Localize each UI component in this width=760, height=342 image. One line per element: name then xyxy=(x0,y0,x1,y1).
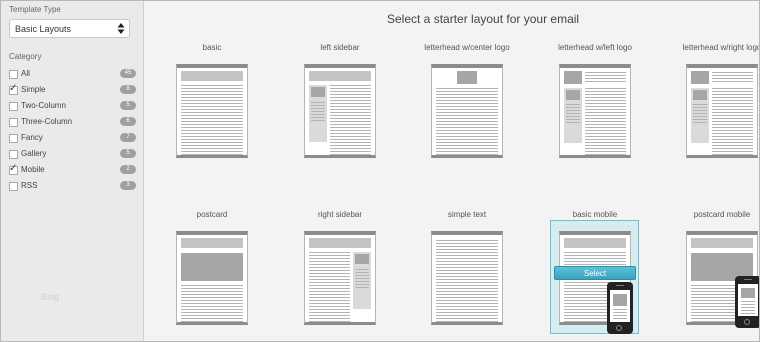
layout-label: postcard mobile xyxy=(693,210,751,219)
layout-card-left-sidebar[interactable]: left sidebar xyxy=(295,43,385,173)
check-icon: ✓ xyxy=(9,163,18,174)
category-name: Two-Column xyxy=(21,101,66,110)
select-arrows-icon xyxy=(117,23,125,34)
category-checkbox[interactable] xyxy=(9,102,18,111)
category-item-all[interactable]: All 45 xyxy=(9,68,139,82)
category-checkbox[interactable] xyxy=(9,182,18,191)
layout-thumbnail xyxy=(176,231,248,325)
category-checkbox[interactable] xyxy=(9,134,18,143)
category-label: Category xyxy=(9,52,42,61)
category-count: 3 xyxy=(120,181,136,190)
category-checkbox[interactable]: ✓ xyxy=(9,163,18,175)
category-count: 8 xyxy=(120,85,136,94)
category-item-three-column[interactable]: Three-Column 6 xyxy=(9,116,139,130)
layout-card-basic-mobile[interactable]: basic mobile Select xyxy=(550,210,640,340)
layout-thumbnail xyxy=(431,64,503,158)
layout-label: postcard xyxy=(196,210,228,219)
category-count: 45 xyxy=(120,69,136,78)
mobile-phone-icon xyxy=(735,276,759,328)
category-count: 5 xyxy=(120,101,136,110)
layout-label: right sidebar xyxy=(317,210,363,219)
layout-label: letterhead w/left logo xyxy=(558,43,632,52)
layout-card-letterhead-right[interactable]: letterhead w/right logo xyxy=(677,43,759,173)
layout-label: left sidebar xyxy=(320,43,360,52)
category-name: Three-Column xyxy=(21,117,73,126)
layout-label: basic xyxy=(202,43,222,52)
page-title: Select a starter layout for your email xyxy=(387,12,580,26)
category-item-gallery[interactable]: Gallery 5 xyxy=(9,148,139,162)
category-checkbox[interactable] xyxy=(9,118,18,127)
category-item-rss[interactable]: RSS 3 xyxy=(9,180,139,194)
category-name: Fancy xyxy=(21,133,43,142)
category-name: RSS xyxy=(21,181,38,190)
layout-thumbnail xyxy=(304,231,376,325)
layout-thumbnail xyxy=(431,231,503,325)
select-button[interactable]: Select xyxy=(554,266,636,280)
layout-card-letterhead-left[interactable]: letterhead w/left logo xyxy=(550,43,640,173)
category-name: All xyxy=(21,69,30,78)
category-count: 5 xyxy=(120,149,136,158)
layout-label: basic mobile xyxy=(572,210,618,219)
faded-blog-text: Blog xyxy=(41,292,60,302)
template-type-value: Basic Layouts xyxy=(15,24,72,34)
layout-label: letterhead w/center logo xyxy=(424,43,510,52)
category-checkbox[interactable] xyxy=(9,150,18,159)
category-item-two-column[interactable]: Two-Column 5 xyxy=(9,100,139,114)
category-checkbox[interactable]: ✓ xyxy=(9,83,18,95)
layout-thumbnail xyxy=(304,64,376,158)
mobile-phone-icon xyxy=(607,282,633,334)
check-icon: ✓ xyxy=(9,83,18,94)
layout-card-postcard[interactable]: postcard xyxy=(167,210,257,340)
category-checkbox[interactable] xyxy=(9,70,18,79)
layout-card-letterhead-center[interactable]: letterhead w/center logo xyxy=(422,43,512,173)
template-picker: Template Type Basic Layouts Category All… xyxy=(0,0,760,342)
layout-card-simple-text[interactable]: simple text xyxy=(422,210,512,340)
template-type-label: Template Type xyxy=(9,5,61,14)
category-item-simple[interactable]: ✓ Simple 8 xyxy=(9,84,139,98)
category-item-mobile[interactable]: ✓ Mobile 2 xyxy=(9,164,139,178)
layout-thumbnail xyxy=(686,64,758,158)
layout-card-postcard-mobile[interactable]: postcard mobile xyxy=(677,210,759,340)
template-type-select[interactable]: Basic Layouts xyxy=(9,19,130,38)
layout-card-basic[interactable]: basic xyxy=(167,43,257,173)
category-name: Mobile xyxy=(21,165,45,174)
category-count: 2 xyxy=(120,165,136,174)
layout-thumbnail xyxy=(559,64,631,158)
layout-label: letterhead w/right logo xyxy=(682,43,760,52)
sidebar: Template Type Basic Layouts Category All… xyxy=(1,1,144,341)
category-item-fancy[interactable]: Fancy 7 xyxy=(9,132,139,146)
layout-label: simple text xyxy=(447,210,487,219)
category-count: 7 xyxy=(120,133,136,142)
category-name: Simple xyxy=(21,85,46,94)
category-count: 6 xyxy=(120,117,136,126)
layout-card-right-sidebar[interactable]: right sidebar xyxy=(295,210,385,340)
category-name: Gallery xyxy=(21,149,47,158)
layout-thumbnail xyxy=(176,64,248,158)
